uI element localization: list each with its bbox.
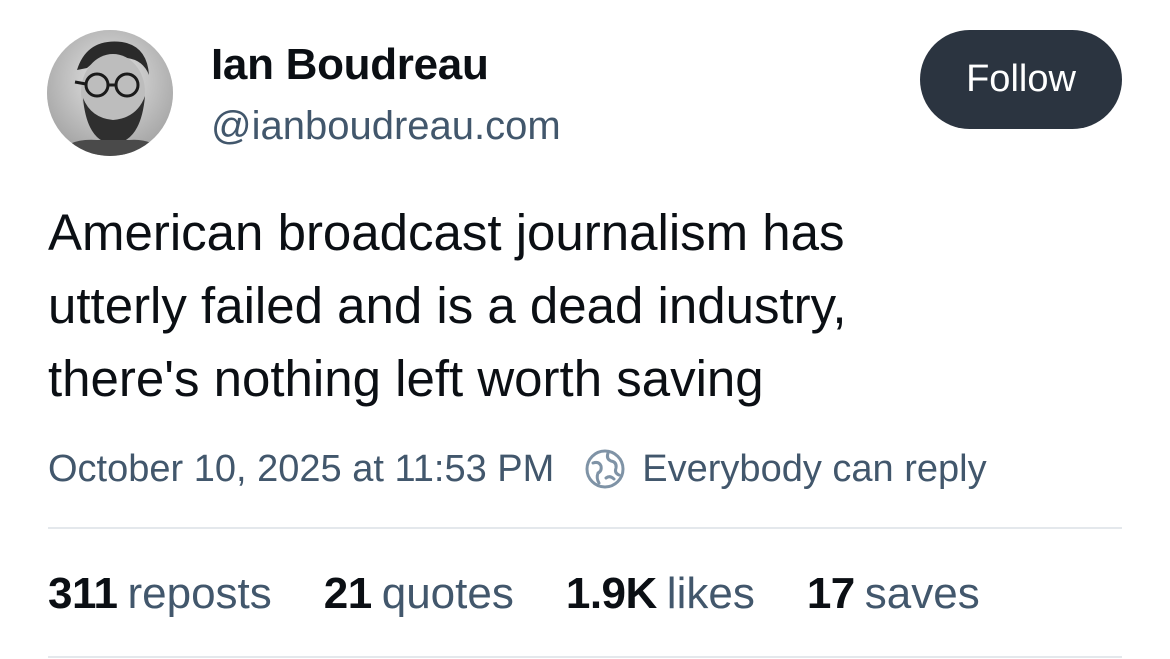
likes-count: 1.9K <box>565 569 657 618</box>
engagement-stats: 311 reposts 21 quotes 1.9K likes 17 saves <box>48 566 1032 622</box>
post-text-line: there's nothing left worth saving <box>48 350 764 407</box>
avatar[interactable] <box>47 30 173 156</box>
divider <box>48 527 1122 529</box>
post-meta: October 10, 2025 at 11:53 PM Everybody c… <box>48 444 987 494</box>
globe-icon <box>584 448 626 490</box>
post-text: American broadcast journalism has utterl… <box>48 196 1128 415</box>
saves-label: saves <box>864 569 980 618</box>
reposts-count: 311 <box>48 569 118 618</box>
likes-label: likes <box>666 569 755 618</box>
quotes-stat[interactable]: 21 quotes <box>324 569 514 619</box>
post-card: Ian Boudreau @ianboudreau.com Follow Ame… <box>0 0 1170 659</box>
quotes-label: quotes <box>381 569 514 618</box>
timestamp: October 10, 2025 at 11:53 PM <box>48 447 555 490</box>
reposts-label: reposts <box>127 569 272 618</box>
reposts-stat[interactable]: 311 reposts <box>48 569 272 619</box>
likes-stat[interactable]: 1.9K likes <box>566 569 755 619</box>
handle[interactable]: @ianboudreau.com <box>211 104 561 149</box>
saves-stat[interactable]: 17 saves <box>807 569 980 619</box>
display-name[interactable]: Ian Boudreau <box>211 40 489 90</box>
divider <box>48 656 1122 658</box>
avatar-photo <box>47 30 173 156</box>
post-text-line: utterly failed and is a dead industry, <box>48 277 847 334</box>
post-text-line: American broadcast journalism has <box>48 204 845 261</box>
follow-button[interactable]: Follow <box>920 30 1122 129</box>
saves-count: 17 <box>806 569 855 618</box>
reply-setting[interactable]: Everybody can reply <box>642 448 986 491</box>
quotes-count: 21 <box>323 569 372 618</box>
